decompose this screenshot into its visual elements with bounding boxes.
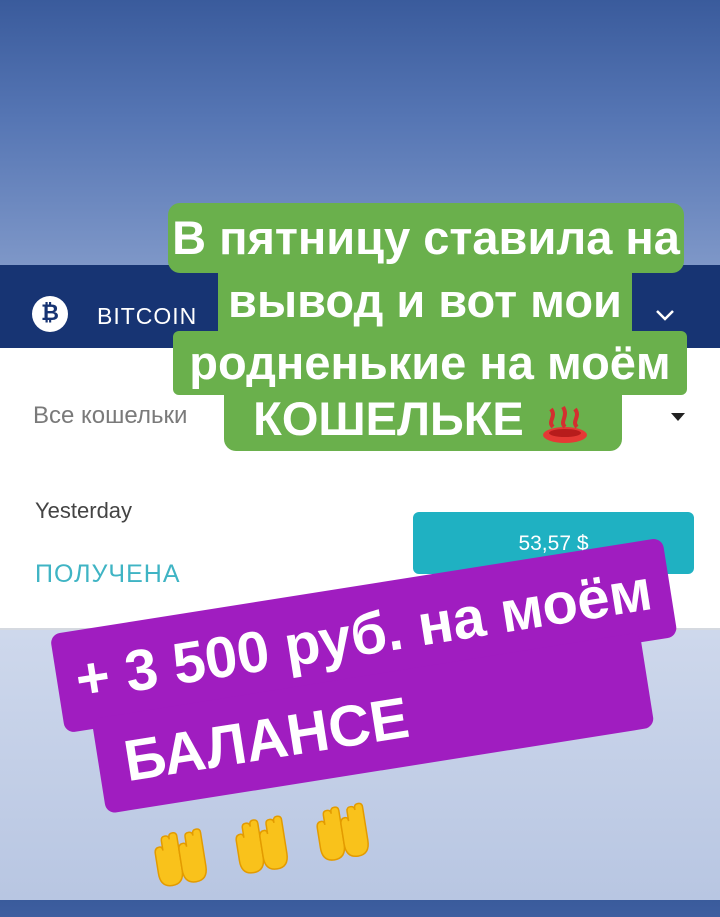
green-caption-line-2: вывод и вот мои bbox=[218, 273, 632, 331]
green-caption-word: КОШЕЛЬКЕ bbox=[253, 392, 524, 445]
raising-hands-icon bbox=[154, 828, 207, 887]
wallet-filter-select[interactable]: Все кошельки bbox=[33, 402, 187, 430]
chevron-down-icon[interactable] bbox=[654, 304, 676, 326]
green-caption-line-1: В пятницу ставила на bbox=[168, 203, 684, 273]
transaction-date: Yesterday bbox=[35, 498, 133, 523]
green-caption-line-4: КОШЕЛЬКЕ !!! bbox=[224, 387, 622, 509]
raising-hands-icon bbox=[316, 802, 370, 862]
bitcoin-icon[interactable]: ₿ bbox=[32, 296, 68, 332]
raising-hands-icon bbox=[235, 815, 289, 874]
hot-springs-icon bbox=[542, 405, 587, 443]
dropdown-caret-icon[interactable] bbox=[671, 413, 685, 421]
wallet-title[interactable]: BITCOIN bbox=[97, 303, 197, 330]
transaction-status: ПОЛУЧЕНА bbox=[35, 560, 181, 588]
green-caption-exclaim: !!! bbox=[399, 456, 447, 509]
green-caption-line-3: родненькие на моём bbox=[173, 331, 687, 395]
